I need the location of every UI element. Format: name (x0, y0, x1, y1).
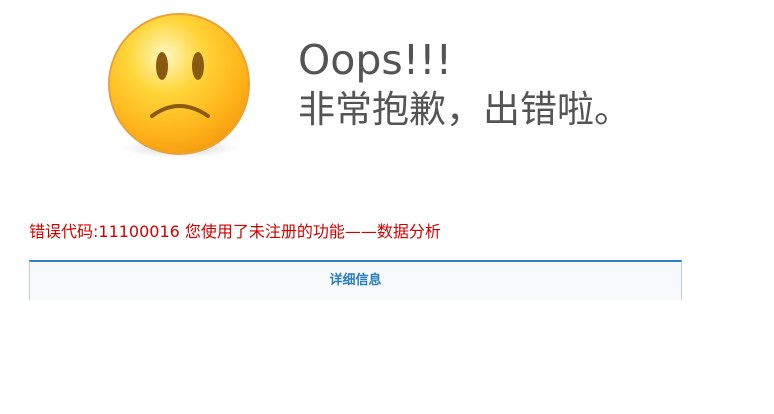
sad-face-icon (108, 13, 250, 158)
error-headline: Oops!!! 非常抱歉，出错啦。 (298, 36, 631, 134)
details-toggle-button[interactable]: 详细信息 (30, 262, 681, 300)
page-title: Oops!!! (298, 36, 453, 84)
page-subtitle: 非常抱歉，出错啦。 (298, 88, 631, 131)
error-page: Oops!!! 非常抱歉，出错啦。 错误代码:11100016 您使用了未注册的… (0, 0, 774, 414)
detail-panel: 详细信息 (29, 260, 682, 300)
error-message: 错误代码:11100016 您使用了未注册的功能——数据分析 (29, 222, 441, 241)
